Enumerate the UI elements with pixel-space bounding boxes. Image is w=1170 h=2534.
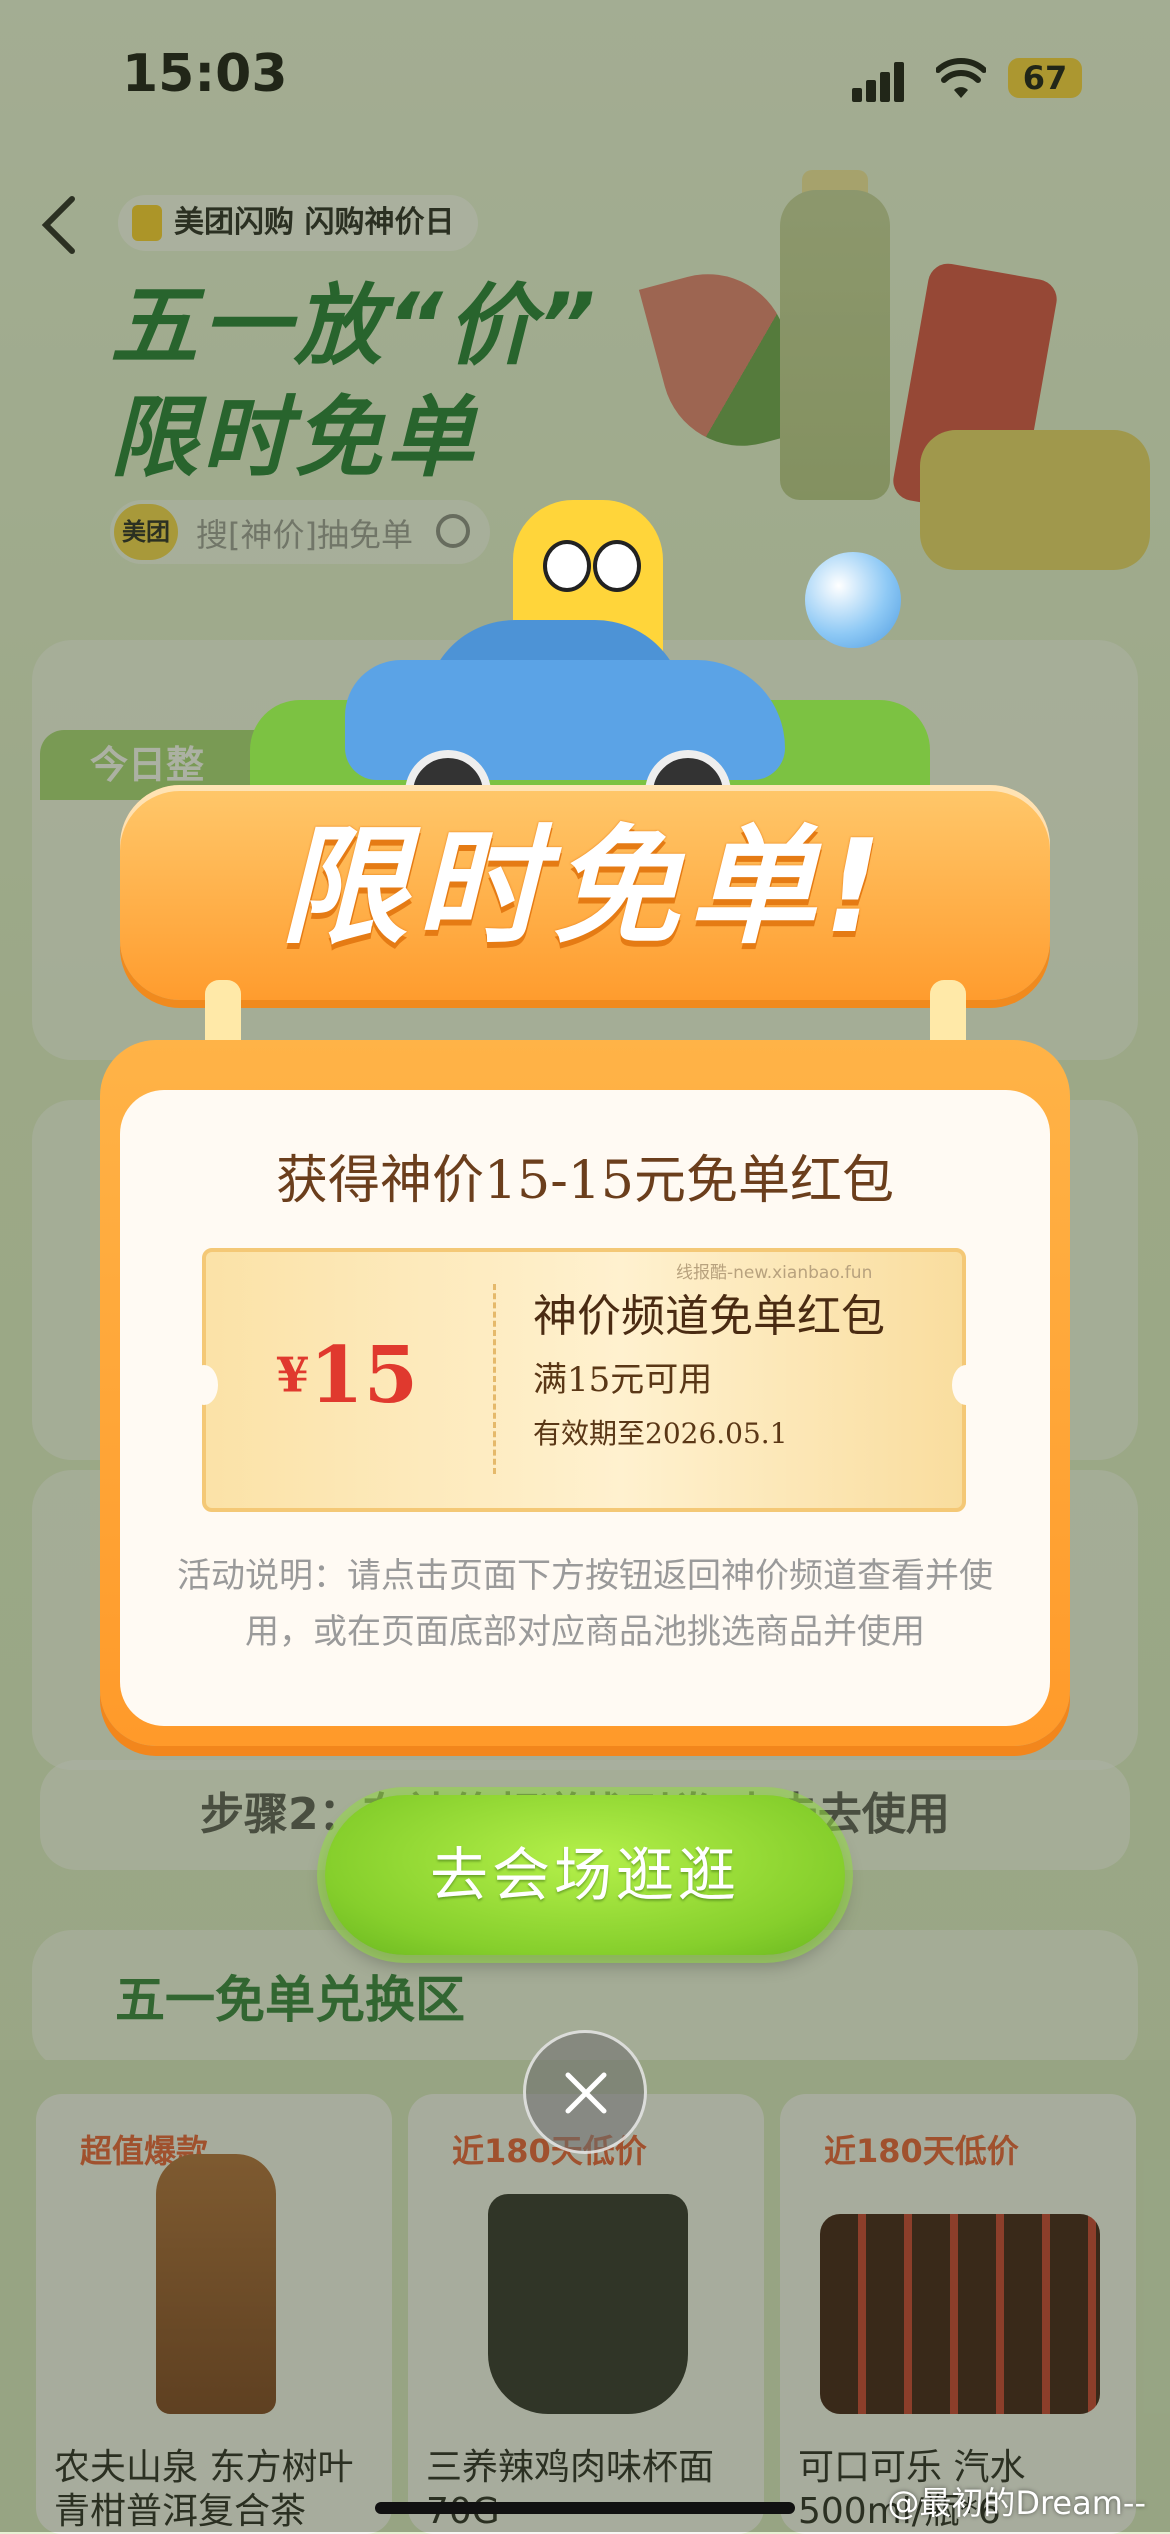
mascot-car-illustration	[345, 500, 795, 836]
coupon-condition: 满15元可用	[533, 1360, 713, 1400]
car-body	[345, 660, 785, 780]
coupon-title: 神价频道免单红包	[533, 1291, 885, 1342]
modal-banner: 限时免单!	[120, 785, 1050, 1000]
modal-heading: 获得神价15-15元免单红包	[276, 1151, 894, 1211]
weibo-watermark: @最初的Dream--	[887, 2484, 1146, 2522]
coupon-notch	[952, 1365, 980, 1405]
coupon-expiry: 有效期至2026.05.1	[533, 1417, 788, 1450]
home-indicator[interactable]	[375, 2502, 795, 2514]
mascot-eye-left	[543, 540, 591, 592]
globe-decoration	[805, 552, 901, 648]
activity-rules: 活动说明：请点击页面下方按钮返回神价频道查看并使用，或在页面底部对应商品池挑选商…	[177, 1556, 993, 1652]
mascot-eye-right	[593, 540, 641, 592]
coupon-divider	[493, 1284, 496, 1474]
go-to-venue-button[interactable]: 去会场逛逛	[325, 1795, 845, 1955]
banner-title: 限时免单!	[279, 813, 891, 962]
cta-label: 去会场逛逛	[429, 1841, 740, 1909]
coupon-amount: ¥15	[202, 1330, 492, 1421]
close-icon	[565, 2072, 607, 2114]
currency-symbol: ¥	[276, 1347, 310, 1404]
close-button[interactable]	[523, 2030, 647, 2154]
coupon-value: 15	[309, 1330, 418, 1421]
